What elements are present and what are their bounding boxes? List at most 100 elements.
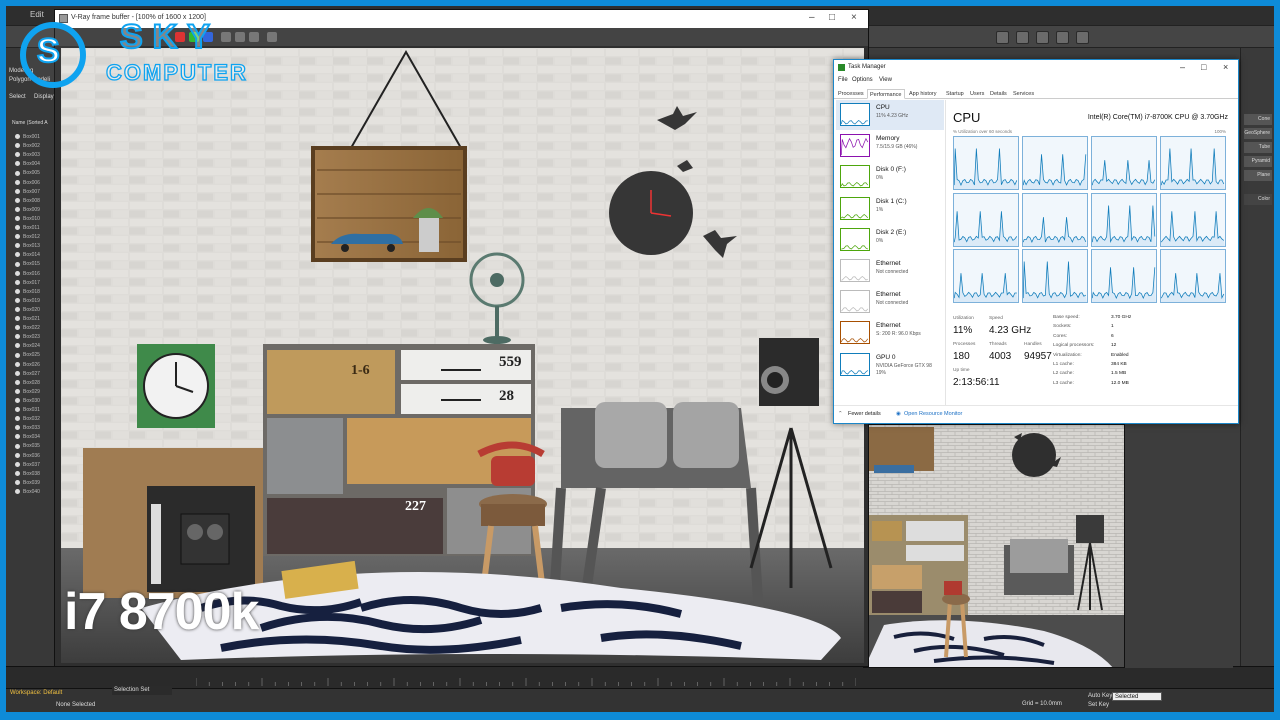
tab-performance[interactable]: Performance bbox=[867, 89, 905, 99]
scene-object-row[interactable]: Box009 bbox=[8, 207, 60, 216]
tab-services[interactable]: Services bbox=[1011, 89, 1036, 99]
sidebar-item[interactable]: CPU 11% 4.23 GHz bbox=[836, 100, 944, 130]
open-resource-monitor-link[interactable]: Open Resource Monitor bbox=[904, 411, 962, 417]
tab-details[interactable]: Details bbox=[988, 89, 1009, 99]
scene-object-row[interactable]: Box012 bbox=[8, 234, 60, 243]
object-visibility-icon[interactable] bbox=[15, 270, 20, 276]
scene-object-row[interactable]: Box035 bbox=[8, 443, 60, 452]
create-plane-button[interactable]: Plane bbox=[1244, 170, 1272, 181]
menu-options[interactable]: Options bbox=[852, 77, 873, 83]
scene-object-row[interactable]: Box002 bbox=[8, 143, 60, 152]
create-tube-button[interactable]: Tube bbox=[1244, 142, 1272, 153]
scene-object-row[interactable]: Box025 bbox=[8, 352, 60, 361]
object-visibility-icon[interactable] bbox=[15, 188, 20, 194]
object-visibility-icon[interactable] bbox=[15, 216, 20, 222]
fewer-details-icon[interactable]: ⌃ bbox=[838, 411, 843, 417]
object-visibility-icon[interactable] bbox=[15, 197, 20, 203]
tab-app-history[interactable]: App history bbox=[907, 89, 939, 99]
sidebar-item[interactable]: GPU 0 NVIDIA GeForce GTX 98 19% bbox=[836, 350, 944, 380]
scene-object-row[interactable]: Box003 bbox=[8, 152, 60, 161]
toolbar-button[interactable] bbox=[1076, 31, 1089, 44]
scene-object-row[interactable]: Box033 bbox=[8, 425, 60, 434]
object-visibility-icon[interactable] bbox=[15, 379, 20, 385]
object-visibility-icon[interactable] bbox=[15, 206, 20, 212]
create-pyramid-button[interactable]: Pyramid bbox=[1244, 156, 1272, 167]
scene-object-row[interactable]: Box016 bbox=[8, 271, 60, 280]
minimize-icon[interactable]: – bbox=[809, 12, 815, 23]
create-cone-button[interactable]: Cone bbox=[1244, 114, 1272, 125]
maximize-icon[interactable]: □ bbox=[829, 12, 835, 23]
scene-object-row[interactable]: Box032 bbox=[8, 416, 60, 425]
object-visibility-icon[interactable] bbox=[15, 443, 20, 449]
object-visibility-icon[interactable] bbox=[15, 361, 20, 367]
scene-object-row[interactable]: Box008 bbox=[8, 198, 60, 207]
object-visibility-icon[interactable] bbox=[15, 479, 20, 485]
object-visibility-icon[interactable] bbox=[15, 179, 20, 185]
explorer-tab-display[interactable]: Display bbox=[34, 94, 54, 100]
object-visibility-icon[interactable] bbox=[15, 398, 20, 404]
toolbar-button[interactable] bbox=[1016, 31, 1029, 44]
scene-object-row[interactable]: Box007 bbox=[8, 189, 60, 198]
object-visibility-icon[interactable] bbox=[15, 261, 20, 267]
render-icon[interactable] bbox=[249, 32, 259, 42]
object-visibility-icon[interactable] bbox=[15, 152, 20, 158]
selection-set-field[interactable]: Selection Set bbox=[112, 686, 172, 695]
auto-key-button[interactable]: Auto Key bbox=[1088, 693, 1112, 699]
object-visibility-icon[interactable] bbox=[15, 489, 20, 495]
task-manager-titlebar[interactable]: Task Manager – □ × bbox=[834, 60, 1238, 76]
maximize-icon[interactable]: □ bbox=[1201, 62, 1206, 72]
scene-object-row[interactable]: Box030 bbox=[8, 398, 60, 407]
set-key-button[interactable]: Set Key bbox=[1088, 702, 1109, 708]
menu-view[interactable]: View bbox=[879, 77, 892, 83]
toolbar-button[interactable] bbox=[1056, 31, 1069, 44]
scene-object-row[interactable]: Box021 bbox=[8, 316, 60, 325]
sidebar-item[interactable]: Disk 1 (C:) 1% bbox=[836, 194, 944, 224]
object-visibility-icon[interactable] bbox=[15, 234, 20, 240]
object-visibility-icon[interactable] bbox=[15, 434, 20, 440]
object-visibility-icon[interactable] bbox=[15, 307, 20, 313]
object-visibility-icon[interactable] bbox=[15, 143, 20, 149]
scene-object-row[interactable]: Box005 bbox=[8, 170, 60, 179]
object-visibility-icon[interactable] bbox=[15, 288, 20, 294]
explorer-tab-select[interactable]: Select bbox=[9, 94, 26, 100]
scene-object-row[interactable]: Box034 bbox=[8, 434, 60, 443]
fewer-details-link[interactable]: Fewer details bbox=[848, 411, 881, 417]
scene-object-row[interactable]: Box013 bbox=[8, 243, 60, 252]
object-visibility-icon[interactable] bbox=[15, 343, 20, 349]
scene-object-row[interactable]: Box031 bbox=[8, 407, 60, 416]
toolbar-button[interactable] bbox=[1036, 31, 1049, 44]
scene-object-row[interactable]: Box019 bbox=[8, 298, 60, 307]
scene-object-row[interactable]: Box029 bbox=[8, 389, 60, 398]
scene-object-row[interactable]: Box006 bbox=[8, 180, 60, 189]
scene-object-row[interactable]: Box027 bbox=[8, 371, 60, 380]
column-header-name[interactable]: Name (Sorted A bbox=[12, 120, 48, 126]
region-render-icon[interactable] bbox=[267, 32, 277, 42]
object-visibility-icon[interactable] bbox=[15, 325, 20, 331]
create-geosphere-button[interactable]: GeoSphere bbox=[1244, 128, 1272, 139]
scene-object-row[interactable]: Box015 bbox=[8, 261, 60, 270]
sidebar-item[interactable]: Ethernet Not connected bbox=[836, 256, 944, 286]
close-icon[interactable]: × bbox=[851, 12, 857, 23]
object-visibility-icon[interactable] bbox=[15, 416, 20, 422]
scene-object-row[interactable]: Box020 bbox=[8, 307, 60, 316]
close-icon[interactable]: × bbox=[1223, 62, 1228, 72]
object-visibility-icon[interactable] bbox=[15, 425, 20, 431]
object-visibility-icon[interactable] bbox=[15, 252, 20, 258]
menu-file[interactable]: File bbox=[838, 77, 848, 83]
sidebar-item[interactable]: Ethernet S: 200 R: 96.0 Kbps bbox=[836, 318, 944, 348]
object-visibility-icon[interactable] bbox=[15, 134, 20, 140]
scene-object-row[interactable]: Box010 bbox=[8, 216, 60, 225]
scene-object-row[interactable]: Box018 bbox=[8, 289, 60, 298]
object-visibility-icon[interactable] bbox=[15, 297, 20, 303]
scene-object-row[interactable]: Box040 bbox=[8, 489, 60, 498]
secondary-viewport[interactable] bbox=[863, 424, 1125, 668]
scene-object-row[interactable]: Box023 bbox=[8, 334, 60, 343]
object-visibility-icon[interactable] bbox=[15, 170, 20, 176]
object-visibility-icon[interactable] bbox=[15, 370, 20, 376]
scene-object-row[interactable]: Box017 bbox=[8, 280, 60, 289]
resource-monitor-icon[interactable]: ◉ bbox=[896, 411, 901, 417]
scene-object-row[interactable]: Box036 bbox=[8, 453, 60, 462]
minimize-icon[interactable]: – bbox=[1180, 62, 1185, 72]
object-visibility-icon[interactable] bbox=[15, 407, 20, 413]
scene-object-row[interactable]: Box038 bbox=[8, 471, 60, 480]
